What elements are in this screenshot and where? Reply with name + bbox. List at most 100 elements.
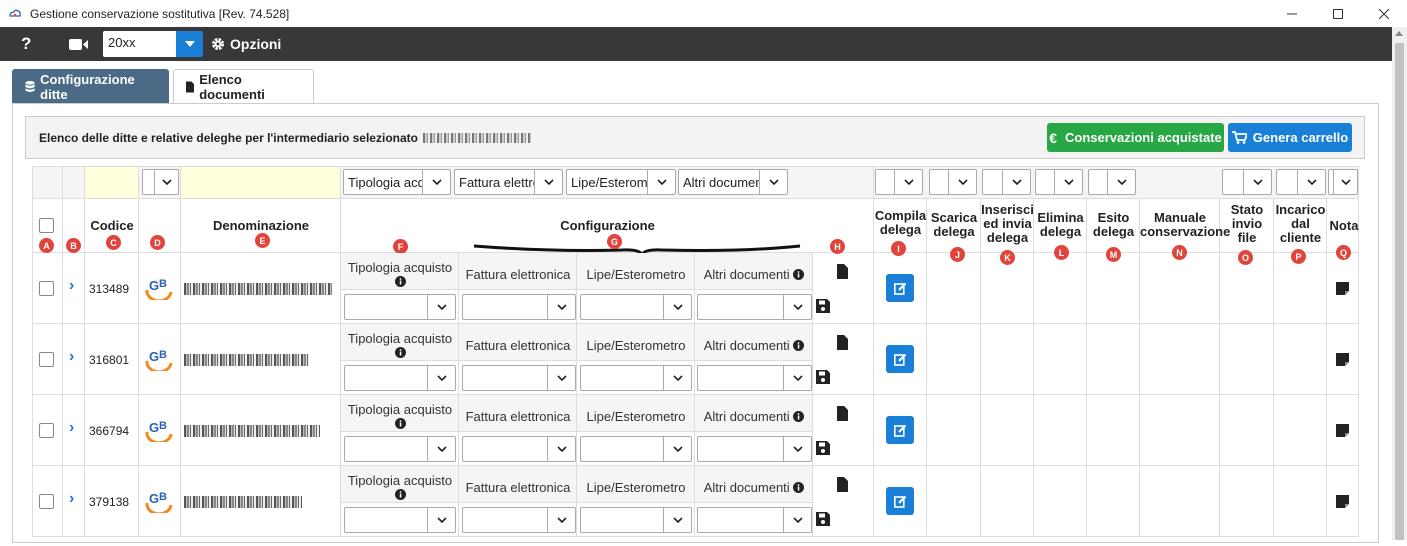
chevron-down-icon — [759, 170, 787, 194]
fattura-select[interactable] — [462, 294, 576, 320]
tab-configurazione-ditte[interactable]: Configurazione ditte — [12, 69, 169, 103]
chevron-down-icon — [783, 295, 811, 319]
compila-delega-button[interactable] — [886, 487, 914, 515]
row-codice: 379138 — [89, 495, 130, 509]
nota-filter-select[interactable] — [1328, 169, 1358, 195]
file-icon[interactable] — [837, 335, 848, 350]
select-all-checkbox[interactable] — [39, 218, 54, 233]
denominazione-header[interactable]: Denominazione — [181, 219, 341, 233]
fattura-select[interactable] — [462, 436, 576, 462]
tipologia-label: Tipologia acquisto — [341, 473, 459, 503]
genera-carrello-button[interactable]: Genera carrello — [1228, 123, 1352, 152]
lipe-select[interactable] — [580, 436, 692, 462]
lipe-filter-select[interactable]: Lipe/Esterometro — [566, 169, 676, 195]
altri-select[interactable] — [697, 294, 812, 320]
expand-row-icon[interactable]: › — [69, 490, 74, 508]
fattura-select[interactable] — [462, 507, 576, 533]
tipologia-select[interactable] — [344, 436, 456, 462]
row-checkbox[interactable] — [39, 494, 54, 509]
svg-text:B: B — [159, 278, 167, 290]
note-icon[interactable] — [1336, 424, 1349, 437]
redacted-intermediary-name — [422, 133, 531, 144]
file-icon[interactable] — [837, 406, 848, 421]
options-button[interactable]: Opzioni — [211, 36, 281, 52]
lipe-select[interactable] — [580, 294, 692, 320]
expand-row-icon[interactable]: › — [69, 348, 74, 366]
edit-icon — [893, 495, 906, 508]
conservazioni-acquistate-button[interactable]: € Conservazioni acquistate — [1047, 123, 1224, 152]
save-icon[interactable] — [816, 512, 830, 526]
note-icon[interactable] — [1336, 353, 1349, 366]
scarica-filter-select[interactable] — [929, 169, 977, 195]
logo-filter-select[interactable] — [142, 169, 179, 195]
table-cell — [1274, 324, 1327, 395]
maximize-button[interactable] — [1315, 0, 1361, 27]
table-cell — [1087, 253, 1140, 324]
year-select-toggle[interactable] — [176, 31, 203, 57]
fattura-select[interactable] — [462, 365, 576, 391]
help-button[interactable]: ? — [21, 34, 41, 54]
elimina-filter-select[interactable] — [1035, 169, 1083, 195]
minimize-button[interactable] — [1269, 0, 1315, 27]
table-cell — [981, 395, 1034, 466]
altri-select[interactable] — [697, 507, 812, 533]
scrollbar-thumb[interactable] — [1395, 43, 1404, 540]
compila-delega-button[interactable] — [886, 274, 914, 302]
save-icon[interactable] — [816, 441, 830, 455]
expand-row-icon[interactable]: › — [69, 419, 74, 437]
file-icon[interactable] — [837, 477, 848, 492]
table-cell — [927, 395, 981, 466]
stato-filter-select[interactable] — [1222, 169, 1272, 195]
company-logo-icon: G B — [145, 278, 173, 300]
inserisci-filter-select[interactable] — [982, 169, 1031, 195]
esito-filter-select[interactable] — [1088, 169, 1136, 195]
gear-icon — [212, 38, 224, 50]
video-button[interactable] — [69, 37, 91, 51]
chevron-down-icon — [783, 366, 811, 390]
lipe-select[interactable] — [580, 507, 692, 533]
tipologia-select[interactable] — [344, 507, 456, 533]
chevron-down-icon — [1002, 170, 1030, 194]
badge-c: C — [106, 235, 121, 250]
altri-select[interactable] — [697, 436, 812, 462]
row-checkbox[interactable] — [39, 281, 54, 296]
year-select[interactable]: 20xx — [103, 31, 203, 57]
row-checkbox[interactable] — [39, 352, 54, 367]
fattura-label: Fattura elettronica — [465, 267, 571, 282]
cart-icon — [1231, 131, 1247, 144]
tipologia-select[interactable] — [344, 294, 456, 320]
lipe-select[interactable] — [580, 365, 692, 391]
table-cell — [1087, 395, 1140, 466]
compila-delega-button[interactable] — [886, 345, 914, 373]
save-icon[interactable] — [816, 370, 830, 384]
chevron-down-icon — [663, 437, 691, 461]
file-icon[interactable] — [837, 264, 848, 279]
tipologia-select[interactable] — [344, 365, 456, 391]
database-icon — [25, 80, 35, 93]
tipologia-filter-select[interactable]: Tipologia acquisto — [343, 169, 451, 195]
row-checkbox[interactable] — [39, 423, 54, 438]
chevron-down-icon — [663, 508, 691, 532]
altri-select[interactable] — [697, 365, 812, 391]
expand-row-icon[interactable]: › — [69, 277, 74, 295]
codice-filter[interactable] — [85, 166, 139, 199]
table-cell — [981, 466, 1034, 537]
tipologia-label: Tipologia acquisto — [341, 260, 459, 290]
altri-filter-select[interactable]: Altri documenti — [678, 169, 788, 195]
tab-elenco-documenti[interactable]: Elenco documenti — [173, 69, 314, 103]
close-button[interactable] — [1361, 0, 1407, 27]
video-camera-icon — [69, 38, 88, 50]
vertical-scrollbar[interactable] — [1392, 27, 1407, 540]
codice-header[interactable]: Codice — [85, 219, 139, 233]
note-icon[interactable] — [1336, 495, 1349, 508]
compila-filter-select[interactable] — [875, 169, 923, 195]
denominazione-filter[interactable] — [181, 166, 341, 199]
save-icon[interactable] — [816, 299, 830, 313]
compila-delega-button[interactable] — [886, 416, 914, 444]
note-icon[interactable] — [1336, 282, 1349, 295]
fattura-filter-select[interactable]: Fattura elettronica — [454, 169, 563, 195]
incarico-filter-select[interactable] — [1276, 169, 1326, 195]
chevron-down-icon — [547, 437, 575, 461]
scroll-up-icon[interactable] — [1395, 31, 1403, 36]
row-codice: 316801 — [89, 353, 130, 367]
